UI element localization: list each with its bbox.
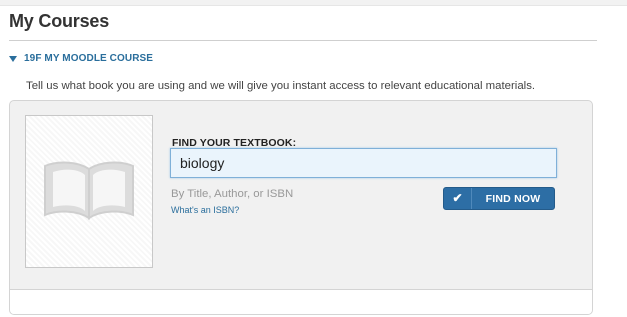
course-name: 19F MY MOODLE COURSE xyxy=(24,53,154,64)
textbook-search-input[interactable] xyxy=(170,148,557,178)
whats-isbn-link[interactable]: What's an ISBN? xyxy=(171,205,239,215)
textbook-finder-panel: FIND YOUR TEXTBOOK: By Title, Author, or… xyxy=(9,100,593,315)
search-hint: By Title, Author, or ISBN xyxy=(171,188,294,200)
top-bar xyxy=(0,0,627,6)
caret-down-icon xyxy=(9,55,17,62)
find-now-label: FIND NOW xyxy=(485,192,541,205)
course-toggle[interactable]: 19F MY MOODLE COURSE xyxy=(9,53,153,64)
open-book-icon xyxy=(44,161,134,220)
intro-text: Tell us what book you are using and we w… xyxy=(26,80,536,92)
panel-footer xyxy=(10,289,592,314)
find-now-button[interactable]: ✔ FIND NOW xyxy=(443,187,555,210)
title-divider xyxy=(9,40,597,41)
check-icon: ✔ xyxy=(444,188,472,209)
book-placeholder xyxy=(25,115,153,268)
page-title: My Courses xyxy=(9,11,110,31)
